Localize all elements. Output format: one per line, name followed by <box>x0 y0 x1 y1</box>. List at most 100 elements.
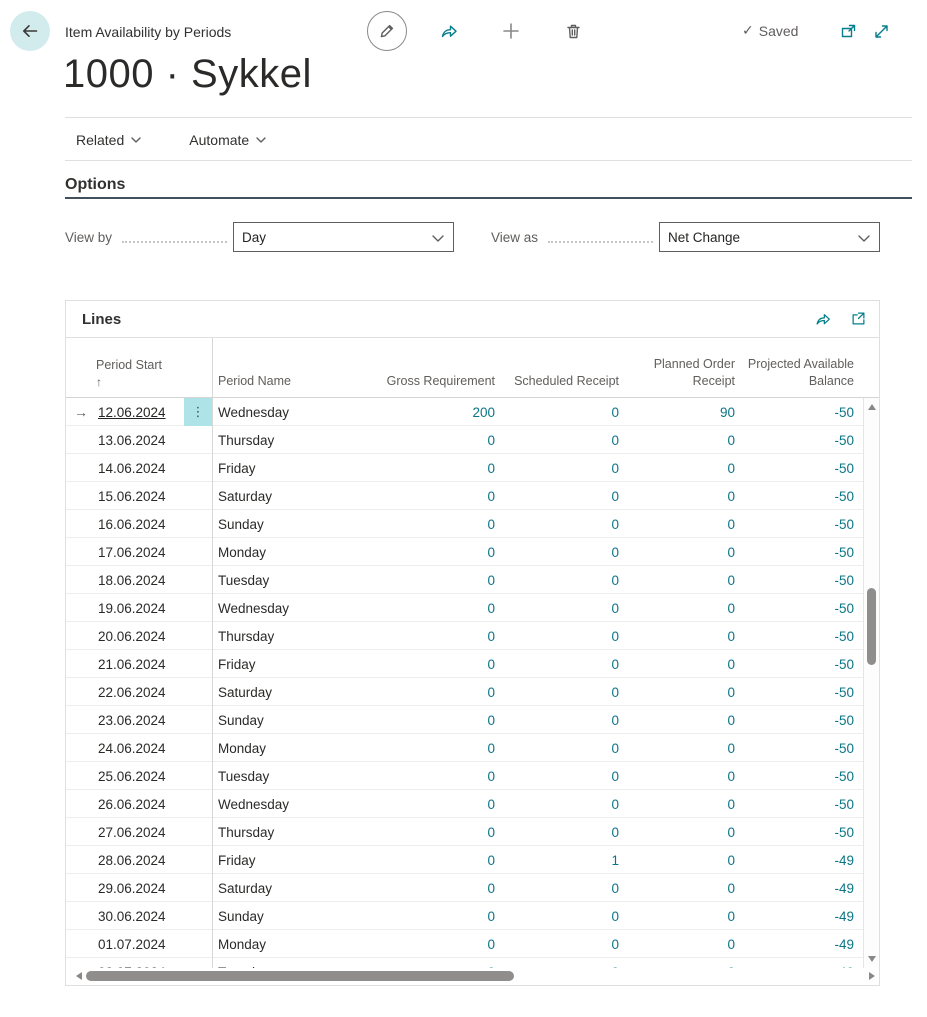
view-by-select[interactable]: Day <box>233 222 454 252</box>
cell-gross-requirement[interactable]: 0 <box>375 517 495 532</box>
cell-scheduled-receipt[interactable]: 0 <box>495 657 619 672</box>
cell-planned-order-receipt[interactable]: 0 <box>619 489 735 504</box>
cell-planned-order-receipt[interactable]: 90 <box>619 405 735 420</box>
cell-projected-available-balance[interactable]: -50 <box>735 713 854 728</box>
cell-planned-order-receipt[interactable]: 0 <box>619 601 735 616</box>
cell-planned-order-receipt[interactable]: 0 <box>619 769 735 784</box>
scroll-down-arrow[interactable] <box>868 956 876 962</box>
cell-projected-available-balance[interactable]: -49 <box>735 881 854 896</box>
cell-period-start[interactable]: 14.06.2024 <box>96 461 184 476</box>
cell-planned-order-receipt[interactable]: 0 <box>619 685 735 700</box>
scroll-up-arrow[interactable] <box>868 404 876 410</box>
scroll-left-arrow[interactable] <box>76 972 82 980</box>
cell-planned-order-receipt[interactable]: 0 <box>619 461 735 476</box>
cell-planned-order-receipt[interactable]: 0 <box>619 853 735 868</box>
cell-period-name[interactable]: Thursday <box>213 629 375 644</box>
cell-planned-order-receipt[interactable]: 0 <box>619 825 735 840</box>
row-menu-button[interactable] <box>184 566 213 594</box>
cell-projected-available-balance[interactable]: -50 <box>735 657 854 672</box>
row-menu-button[interactable] <box>184 426 213 454</box>
cell-projected-available-balance[interactable]: -50 <box>735 601 854 616</box>
cell-planned-order-receipt[interactable]: 0 <box>619 657 735 672</box>
cell-scheduled-receipt[interactable]: 0 <box>495 881 619 896</box>
menu-item-related[interactable]: Related <box>65 132 153 148</box>
cell-period-start[interactable]: 27.06.2024 <box>96 825 184 840</box>
cell-projected-available-balance[interactable]: -50 <box>735 405 854 420</box>
cell-scheduled-receipt[interactable]: 0 <box>495 461 619 476</box>
cell-scheduled-receipt[interactable]: 0 <box>495 741 619 756</box>
cell-scheduled-receipt[interactable]: 0 <box>495 713 619 728</box>
cell-period-name[interactable]: Sunday <box>213 909 375 924</box>
cell-period-name[interactable]: Wednesday <box>213 405 375 420</box>
lines-maximize-button[interactable] <box>850 310 867 328</box>
cell-scheduled-receipt[interactable]: 0 <box>495 937 619 952</box>
view-as-select[interactable]: Net Change <box>659 222 880 252</box>
cell-projected-available-balance[interactable]: -49 <box>735 853 854 868</box>
add-button[interactable] <box>491 11 531 51</box>
row-menu-button[interactable] <box>184 678 213 706</box>
cell-gross-requirement[interactable]: 0 <box>375 909 495 924</box>
cell-period-name[interactable]: Tuesday <box>213 769 375 784</box>
vertical-scrollbar[interactable] <box>863 398 879 968</box>
cell-period-name[interactable]: Thursday <box>213 825 375 840</box>
row-menu-button[interactable] <box>184 538 213 566</box>
cell-gross-requirement[interactable]: 0 <box>375 825 495 840</box>
vertical-scrollbar-thumb[interactable] <box>867 588 876 665</box>
cell-gross-requirement[interactable]: 0 <box>375 685 495 700</box>
row-menu-button[interactable] <box>184 482 213 510</box>
cell-projected-available-balance[interactable]: -50 <box>735 489 854 504</box>
column-header-scheduled-receipt[interactable]: Scheduled Receipt <box>495 338 619 397</box>
row-menu-button[interactable] <box>184 734 213 762</box>
delete-button[interactable] <box>553 11 593 51</box>
cell-scheduled-receipt[interactable]: 0 <box>495 685 619 700</box>
cell-period-name[interactable]: Sunday <box>213 713 375 728</box>
column-header-period-start[interactable]: Period Start ↑ <box>96 338 184 397</box>
lines-share-button[interactable] <box>814 310 832 328</box>
share-button[interactable] <box>429 11 469 51</box>
cell-gross-requirement[interactable]: 0 <box>375 545 495 560</box>
cell-period-name[interactable]: Wednesday <box>213 601 375 616</box>
cell-gross-requirement[interactable]: 0 <box>375 657 495 672</box>
row-menu-button[interactable] <box>184 790 213 818</box>
cell-projected-available-balance[interactable]: -50 <box>735 825 854 840</box>
scroll-right-arrow[interactable] <box>869 972 875 980</box>
cell-period-start[interactable]: 26.06.2024 <box>96 797 184 812</box>
cell-scheduled-receipt[interactable]: 0 <box>495 545 619 560</box>
cell-period-name[interactable]: Friday <box>213 853 375 868</box>
cell-period-name[interactable]: Monday <box>213 545 375 560</box>
cell-period-start[interactable]: 25.06.2024 <box>96 769 184 784</box>
cell-period-start[interactable]: 15.06.2024 <box>96 489 184 504</box>
horizontal-scrollbar[interactable] <box>66 968 879 984</box>
cell-projected-available-balance[interactable]: -50 <box>735 685 854 700</box>
cell-scheduled-receipt[interactable]: 0 <box>495 909 619 924</box>
cell-projected-available-balance[interactable]: -50 <box>735 573 854 588</box>
cell-planned-order-receipt[interactable]: 0 <box>619 741 735 756</box>
column-header-period-name[interactable]: Period Name <box>213 338 375 397</box>
cell-period-name[interactable]: Wednesday <box>213 797 375 812</box>
cell-period-name[interactable]: Friday <box>213 657 375 672</box>
cell-period-name[interactable]: Tuesday <box>213 573 375 588</box>
row-menu-button[interactable] <box>184 958 213 968</box>
row-menu-button[interactable] <box>184 510 213 538</box>
row-menu-button[interactable] <box>184 874 213 902</box>
cell-gross-requirement[interactable]: 0 <box>375 629 495 644</box>
cell-gross-requirement[interactable]: 0 <box>375 489 495 504</box>
cell-period-name[interactable]: Friday <box>213 461 375 476</box>
row-menu-button[interactable]: ⋮ <box>184 398 213 426</box>
cell-planned-order-receipt[interactable]: 0 <box>619 573 735 588</box>
cell-projected-available-balance[interactable]: -50 <box>735 629 854 644</box>
cell-planned-order-receipt[interactable]: 0 <box>619 909 735 924</box>
cell-period-name[interactable]: Saturday <box>213 685 375 700</box>
cell-scheduled-receipt[interactable]: 1 <box>495 853 619 868</box>
row-menu-button[interactable] <box>184 762 213 790</box>
edit-button[interactable] <box>367 11 407 51</box>
row-menu-button[interactable] <box>184 818 213 846</box>
column-header-gross-requirement[interactable]: Gross Requirement <box>375 338 495 397</box>
cell-projected-available-balance[interactable]: -50 <box>735 797 854 812</box>
cell-projected-available-balance[interactable]: -50 <box>735 461 854 476</box>
cell-planned-order-receipt[interactable]: 0 <box>619 629 735 644</box>
menu-item-automate[interactable]: Automate <box>177 132 278 148</box>
cell-projected-available-balance[interactable]: -49 <box>735 909 854 924</box>
row-menu-button[interactable] <box>184 902 213 930</box>
back-button[interactable] <box>10 11 50 51</box>
